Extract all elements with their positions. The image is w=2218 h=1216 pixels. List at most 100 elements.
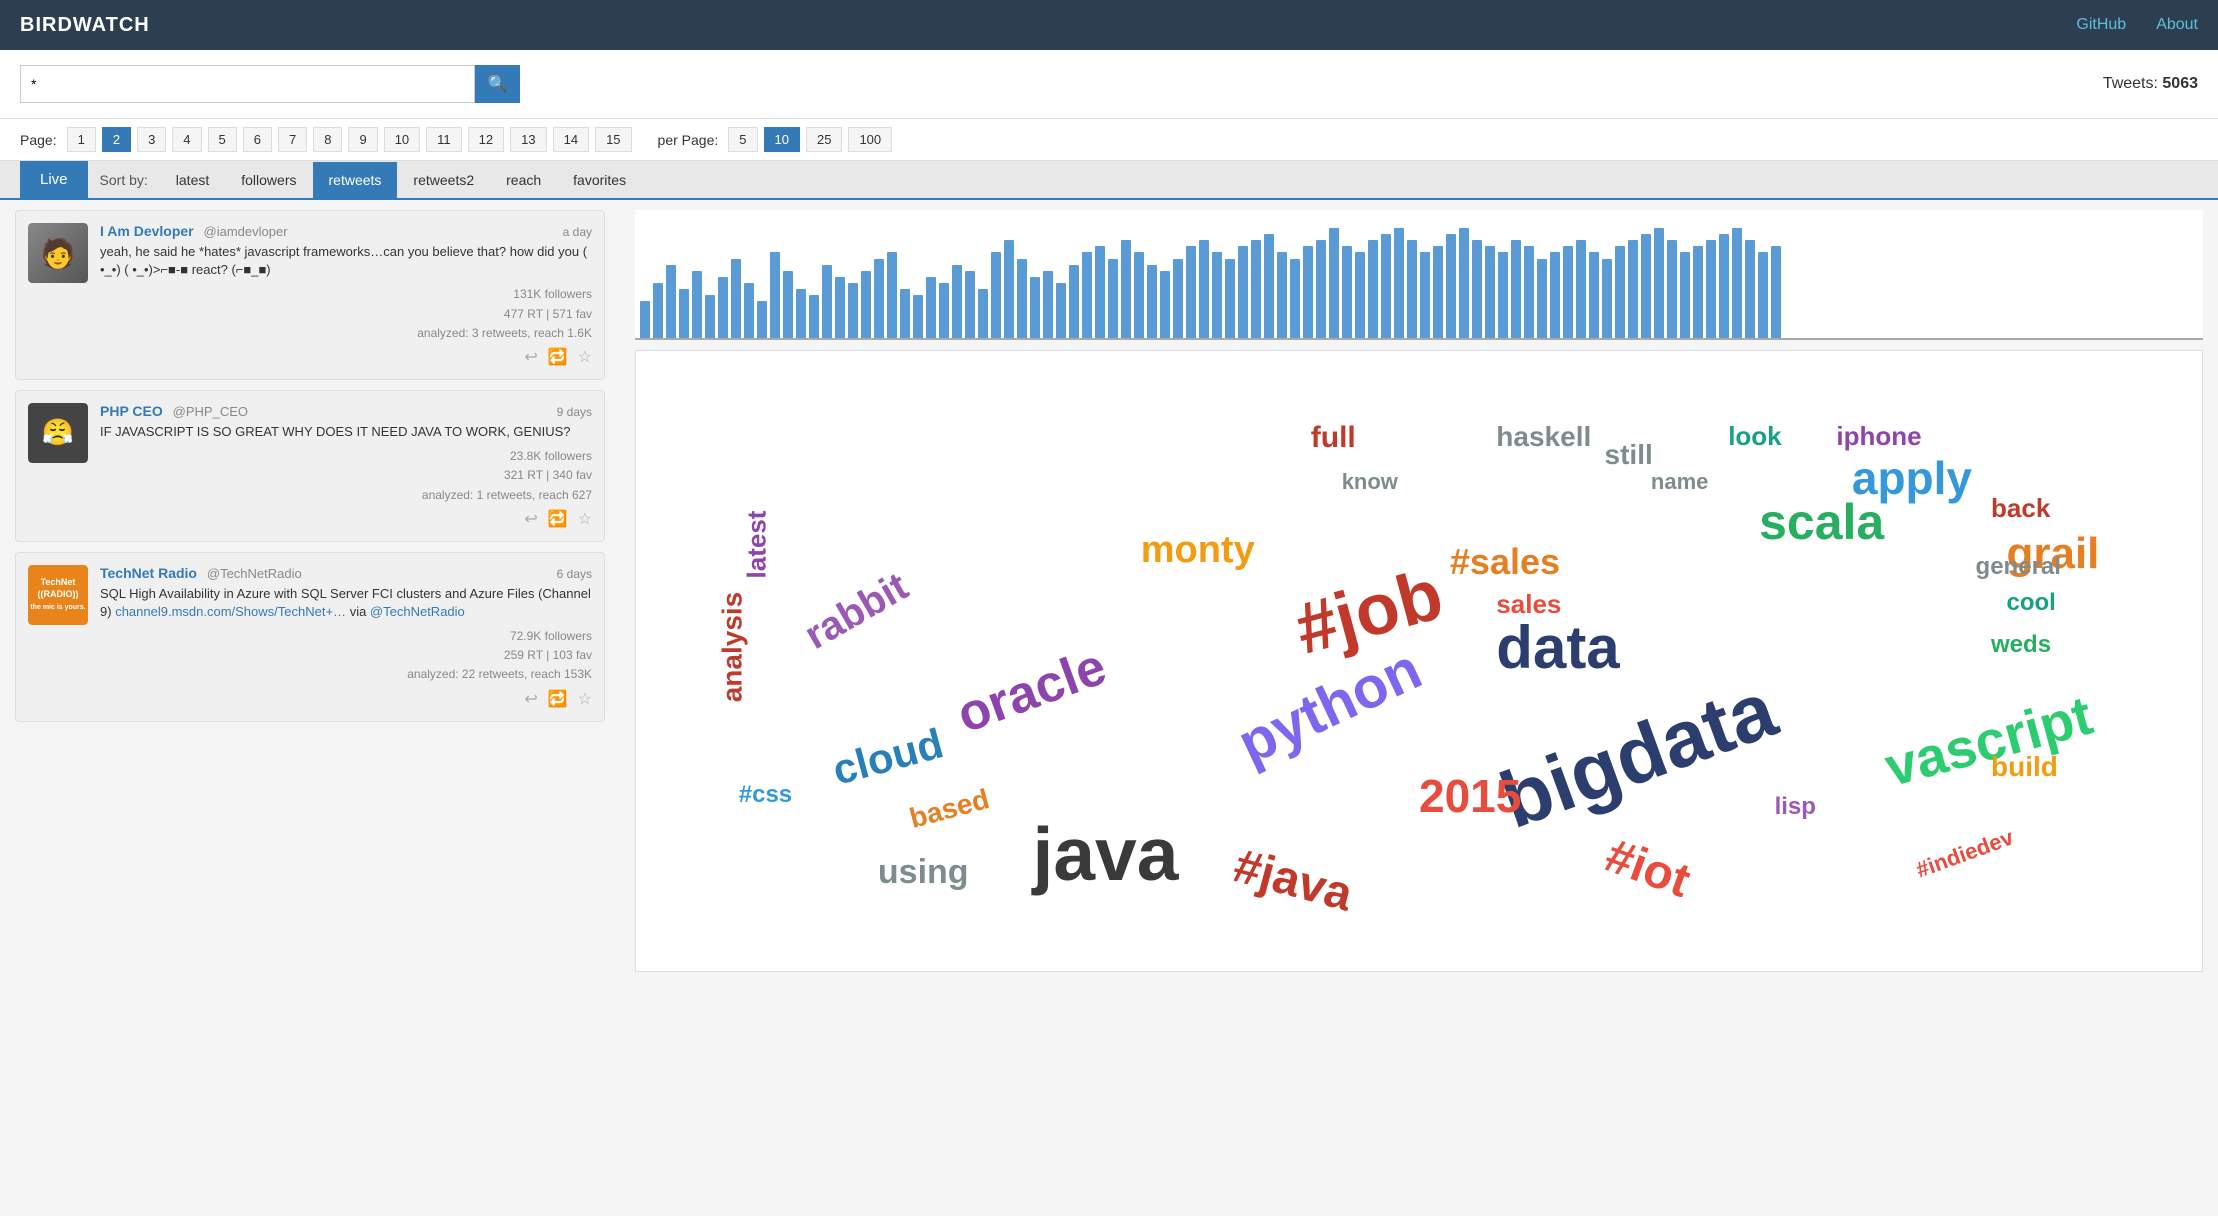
sort-favorites[interactable]: favorites — [557, 162, 642, 198]
word-cloud-word[interactable]: #java — [1228, 838, 1358, 922]
sort-followers[interactable]: followers — [225, 162, 312, 198]
chart-bar — [1082, 252, 1092, 338]
per-page-10[interactable]: 10 — [764, 127, 800, 152]
page-btn-2[interactable]: 2 — [102, 127, 131, 152]
search-button[interactable]: 🔍 — [475, 65, 520, 103]
per-page-100[interactable]: 100 — [848, 127, 892, 152]
page-btn-10[interactable]: 10 — [384, 127, 420, 152]
chart-bar — [1004, 240, 1014, 338]
word-cloud-word[interactable]: apply — [1852, 451, 1972, 505]
favorite-button[interactable]: ☆ — [578, 347, 592, 367]
word-cloud-word[interactable]: know — [1342, 469, 1398, 495]
tweet-username[interactable]: TechNet Radio — [100, 565, 197, 581]
page-btn-13[interactable]: 13 — [510, 127, 546, 152]
chart-bar — [1602, 259, 1612, 338]
word-cloud-word[interactable]: analysis — [716, 592, 748, 703]
sort-reach[interactable]: reach — [490, 162, 557, 198]
word-cloud-word[interactable]: cool — [2006, 589, 2055, 617]
page-btn-3[interactable]: 3 — [137, 127, 166, 152]
retweet-button[interactable]: 🔁 — [548, 689, 568, 709]
tweet-link[interactable]: channel9.msdn.com/Shows/TechNet+… — [115, 604, 346, 619]
word-cloud-word[interactable]: weds — [1991, 631, 2051, 659]
word-cloud-word[interactable]: monty — [1141, 529, 1255, 572]
chart-bar — [1212, 252, 1222, 338]
word-cloud-word[interactable]: #css — [739, 781, 792, 809]
page-btn-14[interactable]: 14 — [553, 127, 589, 152]
page-btn-6[interactable]: 6 — [243, 127, 272, 152]
word-cloud-word[interactable]: sales — [1496, 589, 1561, 620]
page-btn-11[interactable]: 11 — [426, 127, 462, 152]
word-cloud-word[interactable]: still — [1605, 439, 1653, 471]
word-cloud-word[interactable]: look — [1728, 421, 1781, 452]
chart-bar — [1017, 259, 1027, 338]
chart-bar — [1381, 234, 1391, 338]
word-cloud-word[interactable]: general — [1976, 553, 2061, 581]
chart-bar — [1394, 228, 1404, 338]
per-page-25[interactable]: 25 — [806, 127, 842, 152]
word-cloud-word[interactable]: cloud — [827, 719, 948, 794]
sort-latest[interactable]: latest — [160, 162, 225, 198]
page-btn-4[interactable]: 4 — [172, 127, 201, 152]
page-btn-9[interactable]: 9 — [348, 127, 377, 152]
main-content: 🧑 I Am Devloper @iamdevloper a day yeah,… — [0, 200, 2218, 982]
tweet-via-link[interactable]: @TechNetRadio — [370, 604, 465, 619]
chart-bar — [653, 283, 663, 338]
reply-button[interactable]: ↩ — [524, 689, 537, 709]
tweet-username[interactable]: PHP CEO — [100, 403, 163, 419]
github-link[interactable]: GitHub — [2076, 16, 2126, 34]
page-btn-12[interactable]: 12 — [468, 127, 504, 152]
chart-bar — [1628, 240, 1638, 338]
word-cloud-word[interactable]: back — [1991, 493, 2050, 524]
word-cloud-word[interactable]: 2015 — [1419, 769, 1521, 823]
live-button[interactable]: Live — [20, 161, 88, 198]
word-cloud-word[interactable]: build — [1991, 751, 2058, 783]
word-cloud-word[interactable]: rabbit — [797, 564, 916, 659]
favorite-button[interactable]: ☆ — [578, 689, 592, 709]
page-btn-8[interactable]: 8 — [313, 127, 342, 152]
chart-bar — [692, 271, 702, 338]
retweet-button[interactable]: 🔁 — [548, 347, 568, 367]
tweet-handle: @TechNetRadio — [207, 566, 302, 581]
about-link[interactable]: About — [2156, 16, 2198, 34]
word-cloud-word[interactable]: #indiedev — [1912, 824, 2016, 883]
tweet-analyzed: analyzed: 1 retweets, reach 627 — [100, 486, 592, 505]
sort-retweets2[interactable]: retweets2 — [397, 162, 490, 198]
word-cloud-word[interactable]: lisp — [1775, 793, 1816, 821]
word-cloud-word[interactable]: oracle — [950, 637, 1114, 746]
tweet-time: 9 days — [557, 405, 592, 419]
word-cloud-word[interactable]: based — [906, 783, 992, 835]
page-btn-1[interactable]: 1 — [67, 127, 96, 152]
word-cloud-word[interactable]: latest — [742, 511, 773, 579]
tweet-username[interactable]: I Am Devloper — [100, 223, 194, 239]
page-btn-15[interactable]: 15 — [595, 127, 631, 152]
word-cloud-word[interactable]: using — [878, 853, 969, 892]
page-btn-5[interactable]: 5 — [208, 127, 237, 152]
word-cloud-word[interactable]: name — [1651, 469, 1708, 495]
word-cloud-word[interactable]: iphone — [1836, 421, 1921, 452]
word-cloud-word[interactable]: full — [1311, 421, 1356, 455]
page-btn-7[interactable]: 7 — [278, 127, 307, 152]
tweet-rt-fav: 259 RT | 103 fav — [100, 646, 592, 665]
tweet-actions: ↩ 🔁 ☆ — [100, 347, 592, 367]
avatar-image: TechNet((RADIO))the mic is yours. — [28, 565, 88, 625]
chart-bar — [1459, 228, 1469, 338]
word-cloud-word[interactable]: haskell — [1496, 421, 1591, 453]
word-cloud-word[interactable]: vascript — [1878, 683, 2098, 799]
tweet-handle: @PHP_CEO — [173, 404, 248, 419]
chart-bar — [796, 289, 806, 338]
search-input[interactable] — [20, 65, 475, 103]
sort-retweets[interactable]: retweets — [313, 162, 398, 198]
reply-button[interactable]: ↩ — [524, 509, 537, 529]
favorite-button[interactable]: ☆ — [578, 509, 592, 529]
per-page-5[interactable]: 5 — [728, 127, 757, 152]
word-cloud-word[interactable]: #iot — [1598, 828, 1697, 909]
chart-bar — [1290, 259, 1300, 338]
reply-button[interactable]: ↩ — [524, 347, 537, 367]
retweet-button[interactable]: 🔁 — [548, 509, 568, 529]
tweet-body: TechNet Radio @TechNetRadio 6 days SQL H… — [100, 565, 592, 709]
word-cloud-word[interactable]: java — [1033, 811, 1179, 897]
word-cloud-word[interactable]: data — [1496, 613, 1619, 682]
word-cloud-word[interactable]: #sales — [1450, 541, 1560, 583]
chart-bar — [1342, 246, 1352, 338]
word-cloud-word[interactable]: bigdata — [1489, 663, 1788, 847]
